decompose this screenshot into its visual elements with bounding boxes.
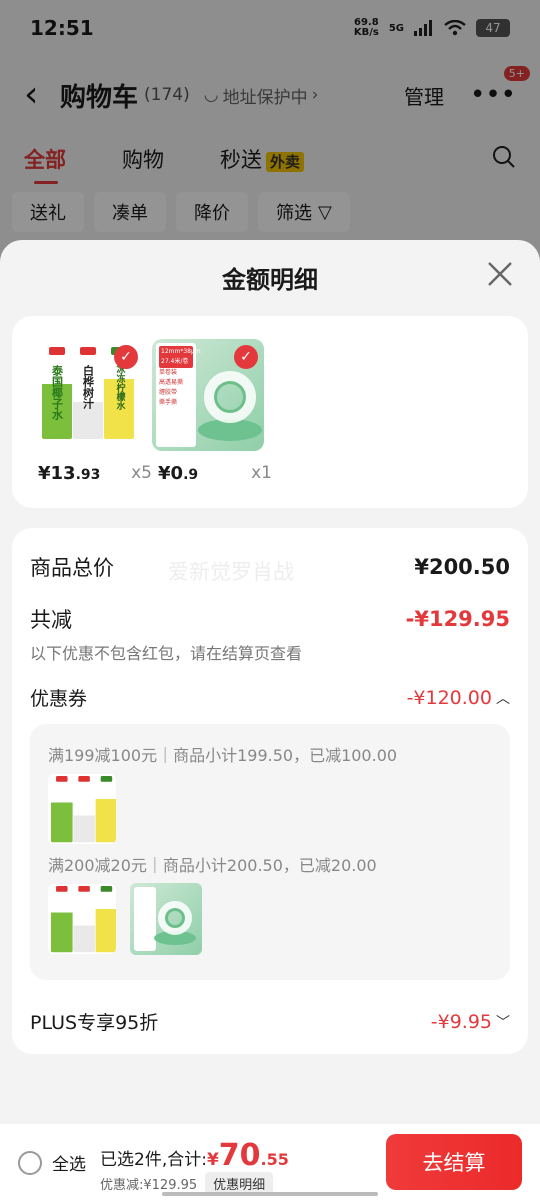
- sheet-title: 金额明细: [222, 266, 318, 294]
- goods-total-value: ¥200.50: [414, 555, 510, 579]
- plus-discount-value: -¥9.95: [430, 1010, 492, 1033]
- checkmark-icon: ✓: [234, 345, 258, 369]
- total-price: ¥70.55: [206, 1138, 289, 1173]
- discount-value: -¥129.95: [405, 607, 510, 631]
- price-breakdown-card: 爱新觉罗肖战 商品总价 ¥200.50 共减 -¥129.95 以下优惠不包含红…: [12, 528, 528, 1054]
- saved-amount: 优惠减:¥129.95: [100, 1178, 198, 1193]
- product-quantity: x5: [131, 463, 152, 483]
- home-indicator: [162, 1192, 378, 1196]
- product-image-tape: 12mm*38μm 27.4米/卷 单卷装 高透易撕 缠胶带 撕手撕 ✓: [152, 339, 264, 451]
- checkout-bar: 全选 已选2件,合计: ¥70.55 优惠减:¥129.95 优惠明细 去结算: [0, 1124, 540, 1200]
- coupon-details: 满199减100元｜商品小计199.50，已减100.00 满200减20元｜商…: [30, 724, 510, 980]
- coupon-line: 满199减100元｜商品小计199.50，已减100.00: [48, 746, 398, 765]
- product-item[interactable]: 泰国椰子水 白桦树汁 冰冻柠檬水 ✓ ¥13.93 x5: [32, 339, 152, 484]
- goods-total-label: 商品总价: [30, 556, 114, 580]
- coupon-row[interactable]: 优惠券 -¥120.00 ︿: [30, 684, 510, 711]
- product-price: ¥13.93: [38, 463, 101, 484]
- plus-discount-label: PLUS专享95折: [30, 1012, 159, 1034]
- discount-row: 共减 -¥129.95: [30, 604, 510, 634]
- select-all-toggle[interactable]: 全选: [18, 1150, 86, 1175]
- amount-detail-sheet: 金额明细 泰国椰子水 白桦树汁 冰冻柠檬水 ✓ ¥13.93 x5 12mm*3…: [0, 240, 540, 1124]
- goods-total-row: 商品总价 ¥200.50: [30, 552, 510, 582]
- checkmark-icon: ✓: [114, 345, 138, 369]
- select-all-radio[interactable]: [18, 1150, 42, 1175]
- product-price: ¥0.9: [158, 463, 199, 484]
- checkout-button[interactable]: 去结算: [386, 1134, 522, 1190]
- coupon-label: 优惠券: [30, 688, 88, 710]
- coupon-product-image: [48, 774, 116, 844]
- coupon-line: 满200减20元｜商品小计200.50，已减20.00: [48, 856, 377, 875]
- product-item[interactable]: 12mm*38μm 27.4米/卷 单卷装 高透易撕 缠胶带 撕手撕 ✓ ¥0.…: [152, 339, 272, 484]
- plus-discount-row[interactable]: PLUS专享95折 -¥9.95 ﹀: [30, 1008, 510, 1035]
- selected-products-card: 泰国椰子水 白桦树汁 冰冻柠檬水 ✓ ¥13.93 x5 12mm*38μm 2…: [12, 316, 528, 508]
- close-icon[interactable]: [486, 260, 514, 288]
- product-quantity: x1: [251, 463, 272, 483]
- discount-note: 以下优惠不包含红包，请在结算页查看: [30, 644, 303, 663]
- chevron-up-icon: ︿: [496, 690, 510, 707]
- chevron-down-icon: ﹀: [496, 1014, 510, 1031]
- total-line: 已选2件,合计: ¥70.55: [100, 1138, 289, 1173]
- coupon-value: -¥120.00: [406, 686, 492, 709]
- coupon-product-image: [48, 884, 116, 954]
- discount-label: 共减: [30, 608, 72, 632]
- coupon-product-image: [130, 883, 202, 955]
- product-image-drinks: 泰国椰子水 白桦树汁 冰冻柠檬水 ✓: [32, 339, 144, 451]
